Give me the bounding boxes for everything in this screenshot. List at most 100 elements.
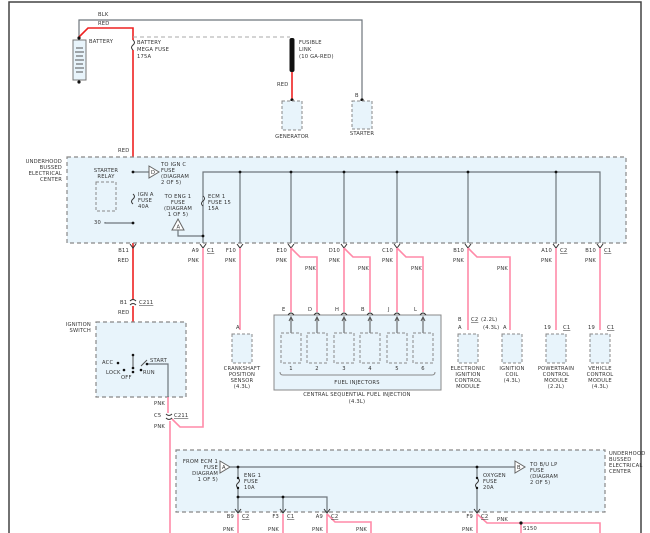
wire-label: PNK — [497, 517, 508, 523]
pin-label: F10 — [226, 248, 236, 254]
injector-number: 3 — [342, 366, 346, 372]
wire-label: PNK — [453, 258, 464, 264]
pin-label: B — [458, 317, 462, 323]
wire-label: PNK — [225, 258, 236, 264]
ref-label: B — [517, 465, 521, 471]
pin-label: A — [458, 325, 462, 331]
wire-label: PNK — [497, 266, 508, 272]
ignition-coil-box — [501, 333, 523, 364]
from-ecm1-label: 1 OF 5) — [198, 477, 218, 483]
wire-label: PNK — [154, 424, 165, 430]
pin-connector-icon — [340, 243, 348, 249]
eicm-label: MODULE — [456, 384, 480, 390]
pin-label: A9 — [192, 248, 199, 254]
injector-number: 2 — [315, 366, 319, 372]
pin-label: B11 — [118, 248, 129, 254]
pin-label: F3 — [272, 514, 279, 520]
wire-label: RED — [118, 148, 129, 154]
mega-fuse-label: MEGA FUSE — [137, 47, 169, 53]
injector-pin-label: E — [282, 307, 285, 313]
pcm-box — [545, 333, 567, 364]
wire-label: PNK — [356, 527, 367, 533]
wire-label: PNK — [223, 527, 234, 533]
ign-a-label: 40A — [138, 204, 149, 210]
injector-box — [333, 332, 355, 364]
blk-wire — [78, 19, 363, 100]
wire-label: PNK — [268, 527, 279, 533]
wire-label: PNK — [541, 258, 552, 264]
injector-pin-label: L — [414, 307, 417, 313]
starter-box — [351, 100, 373, 130]
pin-connector-icon — [552, 243, 560, 249]
mega-fuse-label: BATTERY — [137, 40, 162, 46]
note: (2.2L) — [481, 317, 497, 323]
fusible-link-label: FUSIBLE — [299, 40, 322, 46]
pin-connector-icon — [199, 243, 207, 249]
pin-label: B10 — [585, 248, 596, 254]
connector-label: C211 — [139, 300, 153, 306]
pnk-labels: PNK PNK PNK PNK — [305, 266, 508, 272]
injector-box — [306, 332, 328, 364]
crankshaft-sensor-box — [231, 333, 253, 364]
pin-connector-icon — [596, 243, 604, 249]
splice-dot — [519, 521, 523, 525]
c10-wire — [396, 247, 424, 312]
pin-connector-icon — [464, 243, 472, 249]
acc-position: ACC — [102, 360, 113, 366]
pin-label: A10 — [541, 248, 552, 254]
pin-label: B1 — [120, 300, 127, 306]
pin-label: A — [236, 325, 240, 331]
generator-box — [281, 100, 303, 131]
fusible-link-label: LINK — [299, 47, 312, 53]
pin-label: C10 — [382, 248, 393, 254]
pin-label: D10 — [329, 248, 340, 254]
injector-pin-label: H — [335, 307, 339, 313]
ubec-label: UNDERHOOD BUSSED ELECTRICAL CENTER — [26, 159, 62, 183]
injector-number: 4 — [368, 366, 372, 372]
ubec-label-line: CENTER — [609, 469, 631, 475]
wire-label: PNK — [382, 258, 393, 264]
mega-fuse-icon — [131, 39, 135, 51]
injector-pin-label: D — [308, 307, 312, 313]
top-pins: B11 RED A9 C1 PNK F10 PNK E10 PNK D10 PNK C10 PNK B10… — [118, 243, 611, 264]
ref-label: A — [177, 225, 181, 231]
pin-label: 19 — [588, 325, 595, 331]
connector-label: C1 — [607, 325, 614, 331]
connector-label: C2 — [471, 317, 478, 323]
pin-label: B10 — [453, 248, 464, 254]
ref-label: A — [222, 465, 226, 471]
pin-label: E10 — [277, 248, 287, 254]
eicm-box — [457, 333, 479, 364]
fuel-injectors-label: FUEL INJECTORS — [334, 380, 379, 386]
injector-pin-label: J — [387, 307, 390, 313]
pin-label: A9 — [316, 514, 323, 520]
pin-label: B — [355, 93, 359, 99]
pin-label: C5 — [154, 413, 161, 419]
pin-connector-icon — [287, 243, 295, 249]
injector-number: 5 — [395, 366, 399, 372]
connector-icon — [165, 413, 173, 420]
start-position: START — [150, 358, 168, 364]
generator-label: GENERATOR — [275, 134, 309, 140]
wire-label: PNK — [188, 258, 199, 264]
pin-connector-icon — [393, 243, 401, 249]
wire-label: RED — [118, 310, 129, 316]
injector-number: 6 — [421, 366, 425, 372]
ref-label: D — [151, 170, 155, 176]
connector-label: C1 — [287, 514, 294, 520]
injector-number: 1 — [289, 366, 293, 372]
connector-label: C2 — [242, 514, 249, 520]
pin-label: B9 — [227, 514, 234, 520]
wire-label: PNK — [276, 258, 287, 264]
mega-fuse-rating: 175A — [137, 54, 152, 60]
diagram-canvas: BLK RED BATTERY BATTERY MEGA FUSE 175A F… — [8, 1, 645, 533]
blk-label: BLK — [98, 12, 109, 18]
connector-icon — [129, 299, 137, 306]
connector-label: C1 — [207, 248, 214, 254]
eng1-ref-label: 1 OF 5) — [168, 212, 188, 218]
pin-label: 30 — [94, 220, 101, 226]
red-label: RED — [98, 21, 109, 27]
pin-label: F9 — [466, 514, 473, 520]
injector-box — [386, 332, 408, 364]
injector-pin-label: B — [361, 307, 365, 313]
